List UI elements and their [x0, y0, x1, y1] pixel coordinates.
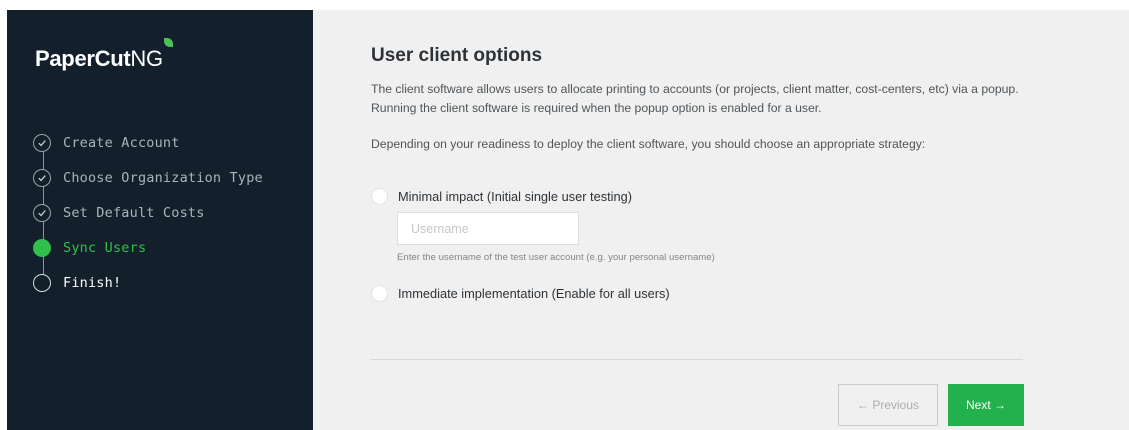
logo-suffix-text: NG	[130, 46, 163, 71]
step-label: Set Default Costs	[63, 204, 205, 221]
main-panel: User client options The client software …	[313, 10, 1129, 430]
divider	[371, 359, 1023, 360]
papercut-logo: PaperCutNG	[35, 38, 173, 72]
check-circle-icon	[33, 133, 51, 152]
setup-wizard: PaperCutNG Create Account Choose Organiz…	[7, 10, 1129, 430]
username-input[interactable]	[397, 212, 579, 245]
step-label: Finish!	[63, 274, 122, 291]
wizard-steps: Create Account Choose Organization Type …	[33, 125, 263, 300]
step-sync-users: Sync Users	[33, 230, 263, 265]
step-create-account: Create Account	[33, 125, 263, 160]
step-label: Choose Organization Type	[63, 169, 263, 186]
check-circle-icon	[33, 168, 51, 187]
option-label: Immediate implementation (Enable for all…	[398, 286, 670, 301]
next-button[interactable]: Next →	[948, 384, 1024, 426]
logo-brand-text: PaperCut	[35, 46, 131, 71]
username-hint: Enter the username of the test user acco…	[397, 252, 715, 263]
immediate-implementation-radio[interactable]	[371, 285, 388, 302]
filled-circle-icon	[33, 238, 51, 257]
minimal-impact-radio[interactable]	[371, 188, 388, 205]
step-choose-organization-type: Choose Organization Type	[33, 160, 263, 195]
step-set-default-costs: Set Default Costs	[33, 195, 263, 230]
page-title: User client options	[371, 45, 543, 66]
check-circle-icon	[33, 203, 51, 222]
option-label: Minimal impact (Initial single user test…	[398, 189, 632, 204]
empty-circle-icon	[33, 273, 51, 292]
option-minimal-impact[interactable]: Minimal impact (Initial single user test…	[371, 188, 632, 205]
option-immediate-implementation[interactable]: Immediate implementation (Enable for all…	[371, 285, 670, 302]
step-label: Sync Users	[63, 239, 147, 256]
step-label: Create Account	[63, 134, 180, 151]
strategy-prompt-text: Depending on your readiness to deploy th…	[371, 137, 926, 151]
previous-button[interactable]: ← Previous	[838, 384, 938, 426]
description-text: The client software allows users to allo…	[371, 82, 1019, 115]
leaf-icon	[163, 38, 173, 47]
step-finish: Finish!	[33, 265, 263, 300]
sidebar: PaperCutNG Create Account Choose Organiz…	[7, 10, 313, 430]
